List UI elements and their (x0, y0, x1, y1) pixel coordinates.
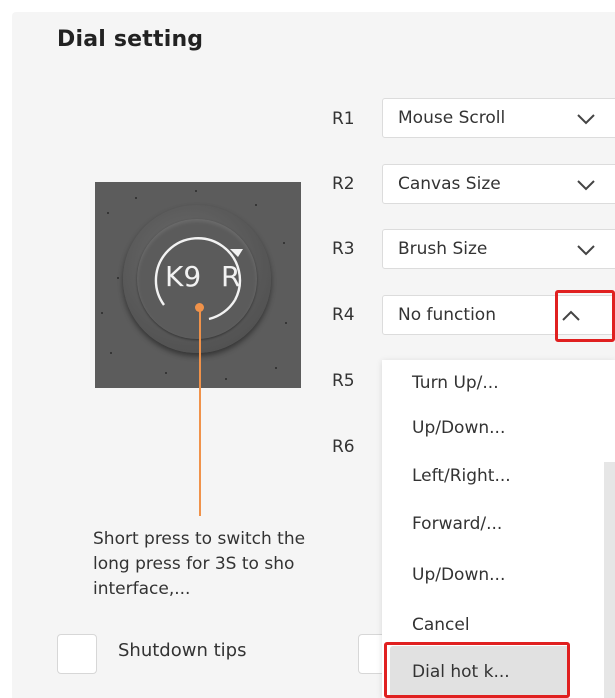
row-label-r1: R1 (332, 109, 355, 129)
page-title: Dial setting (57, 27, 204, 52)
dropdown-option[interactable]: Turn Up/... (412, 373, 499, 393)
row-label-r2: R2 (332, 174, 355, 194)
dial-description: Short press to switch the long press for… (93, 529, 306, 599)
row-label-r5: R5 (332, 371, 355, 391)
row-label-r4: R4 (332, 305, 355, 325)
dropdown-option[interactable]: Up/Down... (412, 418, 505, 438)
r1-select[interactable]: Mouse Scroll (382, 98, 615, 138)
r4-select-value: No function (398, 305, 496, 325)
shutdown-tips-label: Shutdown tips (118, 640, 247, 661)
dropdown-scrollbar[interactable] (604, 462, 615, 698)
dial-side-label: R (221, 260, 241, 293)
dropdown-option[interactable]: Cancel (412, 615, 470, 635)
r2-select[interactable]: Canvas Size (382, 164, 615, 204)
shutdown-tips-checkbox[interactable] (57, 634, 97, 674)
dropdown-option[interactable]: Forward/... (412, 514, 502, 534)
selected-option-highlight-box (384, 642, 570, 698)
row-label-r6: R6 (332, 437, 355, 457)
r3-select-value: Brush Size (398, 239, 488, 259)
chevron-down-icon[interactable] (575, 240, 597, 260)
dropdown-option[interactable]: Up/Down... (412, 565, 505, 585)
r2-select-value: Canvas Size (398, 174, 501, 194)
chevron-down-icon[interactable] (575, 109, 597, 129)
callout-line (199, 306, 201, 516)
row-label-r3: R3 (332, 239, 355, 259)
chevron-highlight-box (555, 290, 615, 342)
r3-select[interactable]: Brush Size (382, 229, 615, 269)
dial-center-label: K9 (165, 260, 202, 293)
dropdown-option[interactable]: Left/Right... (412, 466, 511, 486)
device-image: K9 R (95, 182, 301, 388)
r1-select-value: Mouse Scroll (398, 108, 506, 128)
dial-knob: K9 R (123, 205, 271, 353)
chevron-down-icon[interactable] (575, 175, 597, 195)
